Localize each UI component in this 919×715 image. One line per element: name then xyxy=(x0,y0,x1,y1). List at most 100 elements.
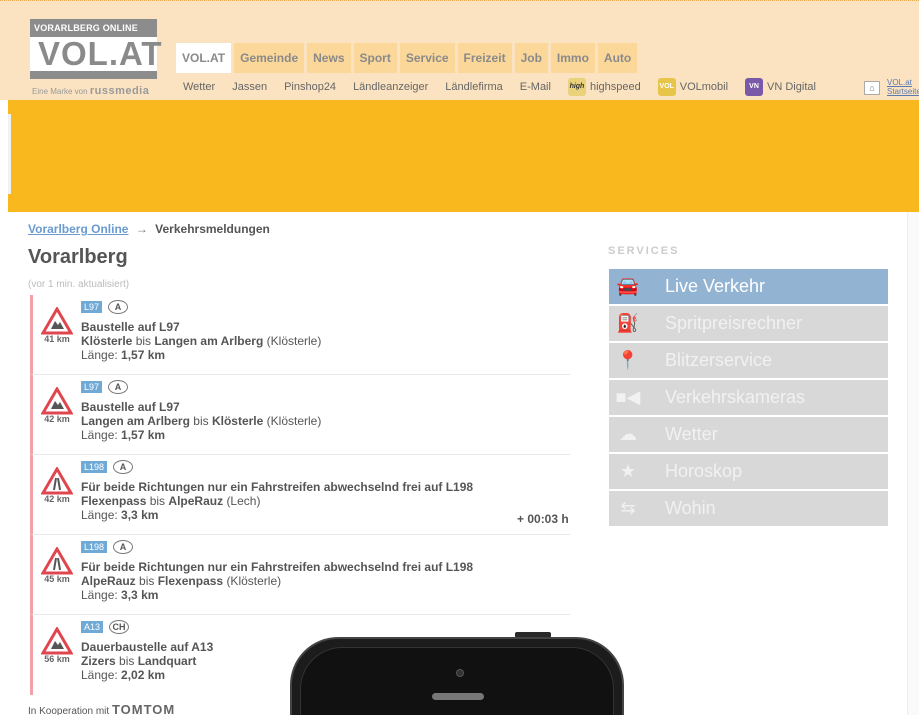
nav-tab-job[interactable]: Job xyxy=(514,43,548,73)
length-value: 3,3 km xyxy=(121,588,159,602)
site-header: VORARLBERG ONLINE VOL.AT Eine Marke von … xyxy=(0,0,919,100)
update-status: (vor 1 min. aktualisiert) xyxy=(28,279,130,290)
distance-label: 56 km xyxy=(44,654,70,664)
route-bis: bis xyxy=(149,494,166,508)
breadcrumb-arrow: → xyxy=(135,222,148,236)
message-title: Baustelle auf L97 xyxy=(81,320,180,334)
service-blitzerservice[interactable]: 📍 Blitzerservice xyxy=(609,343,888,378)
road-number-badge: L198 xyxy=(81,461,108,473)
route-place: (Klösterle) xyxy=(266,414,322,428)
nav-tab-immo[interactable]: Immo xyxy=(550,43,595,73)
banner-edge xyxy=(8,114,11,194)
route-place: (Lech) xyxy=(226,494,261,508)
tomtom-logo[interactable]: TOMTOM xyxy=(112,702,175,715)
vn-digital-icon: VN xyxy=(745,78,764,96)
road-number-badge: L97 xyxy=(81,381,103,393)
country-badge: A xyxy=(108,380,129,394)
lane-narrowing-warning-icon xyxy=(41,547,73,575)
message-route: AlpeRauz bis Flexenpass (Klösterle) xyxy=(81,574,570,588)
tagline: Eine Marke von russmedia xyxy=(32,85,149,97)
nav-tab-sport[interactable]: Sport xyxy=(353,43,397,73)
subnav-laendleanzeiger[interactable]: Ländleanzeiger xyxy=(353,81,428,93)
message-length: Länge: 1,57 km xyxy=(81,428,570,442)
nav-tab-vol-at[interactable]: VOL.AT xyxy=(176,43,232,73)
service-label: Horoskop xyxy=(665,461,743,481)
road-number-badge: A13 xyxy=(81,621,104,633)
traffic-message[interactable]: 42 km L97 A Baustelle auf L97 Langen am … xyxy=(30,375,570,455)
route-place: (Klösterle) xyxy=(226,574,282,588)
service-label: Wetter xyxy=(665,424,718,444)
route-place: (Klösterle) xyxy=(266,334,322,348)
message-length: Länge: 3,3 km xyxy=(81,508,570,522)
road-number-badge: L198 xyxy=(81,541,108,553)
service-spritpreisrechner[interactable]: ⛽ Spritpreisrechner xyxy=(609,306,888,341)
fuel-icon: ⛽ xyxy=(616,313,640,333)
subnav-laendlefirma[interactable]: Ländlefirma xyxy=(445,81,502,93)
service-label: Live Verkehr xyxy=(665,276,766,296)
service-live-verkehr[interactable]: 🚘 Live Verkehr xyxy=(609,269,888,304)
service-label: Verkehrskameras xyxy=(665,387,806,407)
vol-at-logo[interactable]: VORARLBERG ONLINE VOL.AT xyxy=(30,19,162,83)
nav-tab-news[interactable]: News xyxy=(307,43,351,73)
service-verkehrskameras[interactable]: ■◀ Verkehrskameras xyxy=(609,380,888,415)
message-title: Für beide Richtungen nur ein Fahrstreife… xyxy=(81,480,474,494)
subnav-jassen[interactable]: Jassen xyxy=(232,81,267,93)
sub-navigation: Wetter Jassen Pinshop24 Ländleanzeiger L… xyxy=(183,76,833,98)
map-pin-icon: 📍 xyxy=(616,350,640,370)
message-length: Länge: 3,3 km xyxy=(81,588,570,602)
highspeed-label: highspeed xyxy=(589,81,641,93)
route-to: Langen am Arlberg xyxy=(154,334,264,348)
subnav-highspeed[interactable]: high highspeed xyxy=(567,78,641,96)
phone-screen-frame xyxy=(300,647,614,715)
smartphone-image xyxy=(290,637,624,715)
lane-narrowing-warning-icon xyxy=(41,467,73,495)
service-wohin[interactable]: ⇆ Wohin xyxy=(609,491,888,526)
services-menu: 🚘 Live Verkehr ⛽ Spritpreisrechner 📍 Bli… xyxy=(609,269,888,528)
distance-label: 45 km xyxy=(44,574,70,584)
car-icon: 🚘 xyxy=(616,276,640,296)
nav-tab-gemeinde[interactable]: Gemeinde xyxy=(234,43,305,73)
subnav-wetter[interactable]: Wetter xyxy=(183,81,215,93)
services-heading: SERVICES xyxy=(608,245,680,257)
breadcrumb: Vorarlberg Online → Verkehrsmeldungen xyxy=(28,222,270,236)
length-value: 2,02 km xyxy=(121,668,166,682)
camera-icon: ■◀ xyxy=(615,387,641,407)
service-wetter[interactable]: ☁ Wetter xyxy=(609,417,888,452)
subnav-email[interactable]: E-Mail xyxy=(520,81,551,93)
nav-tab-freizeit[interactable]: Freizeit xyxy=(457,43,512,73)
nav-tab-auto[interactable]: Auto xyxy=(597,43,638,73)
length-label: Länge: xyxy=(81,668,118,682)
traffic-message-list: 41 km L97 A Baustelle auf L97 Klösterle … xyxy=(30,295,570,695)
star-icon: ★ xyxy=(619,461,637,481)
russmedia-logo[interactable]: russmedia xyxy=(90,85,150,97)
home-icon[interactable]: ⌂ xyxy=(864,81,880,95)
weather-icon: ☁ xyxy=(619,424,637,444)
route-bis: bis xyxy=(139,574,155,588)
service-label: Blitzerservice xyxy=(665,350,773,370)
route-to: AlpeRauz xyxy=(168,494,224,508)
breadcrumb-root-link[interactable]: Vorarlberg Online xyxy=(28,222,128,236)
subnav-pinshop24[interactable]: Pinshop24 xyxy=(284,81,336,93)
road-number-badge: L97 xyxy=(81,301,103,313)
signpost-icon: ⇆ xyxy=(620,498,636,518)
highspeed-icon: high xyxy=(567,78,586,96)
ad-banner[interactable] xyxy=(8,100,919,212)
distance-label: 42 km xyxy=(44,494,70,504)
length-value: 1,57 km xyxy=(121,428,166,442)
subnav-volmobil[interactable]: VOL VOLmobil xyxy=(657,78,728,96)
length-value: 3,3 km xyxy=(121,508,159,522)
roadwork-warning-icon xyxy=(41,627,73,655)
homepage-link[interactable]: VOL.at Startseite xyxy=(887,78,919,96)
traffic-message[interactable]: 41 km L97 A Baustelle auf L97 Klösterle … xyxy=(30,295,570,375)
route-bis: bis xyxy=(119,654,135,668)
service-label: Spritpreisrechner xyxy=(665,313,803,333)
route-from: Klösterle xyxy=(81,334,133,348)
length-label: Länge: xyxy=(81,348,118,362)
service-horoskop[interactable]: ★ Horoskop xyxy=(609,454,888,489)
traffic-message[interactable]: 42 km L198 A Für beide Richtungen nur ei… xyxy=(30,455,570,535)
nav-tab-service[interactable]: Service xyxy=(399,43,455,73)
route-from: Zizers xyxy=(81,654,116,668)
subnav-vn-digital[interactable]: VN VN Digital xyxy=(745,78,816,96)
traffic-message[interactable]: 45 km L198 A Für beide Richtungen nur ei… xyxy=(30,535,570,615)
country-badge: A xyxy=(108,300,129,314)
